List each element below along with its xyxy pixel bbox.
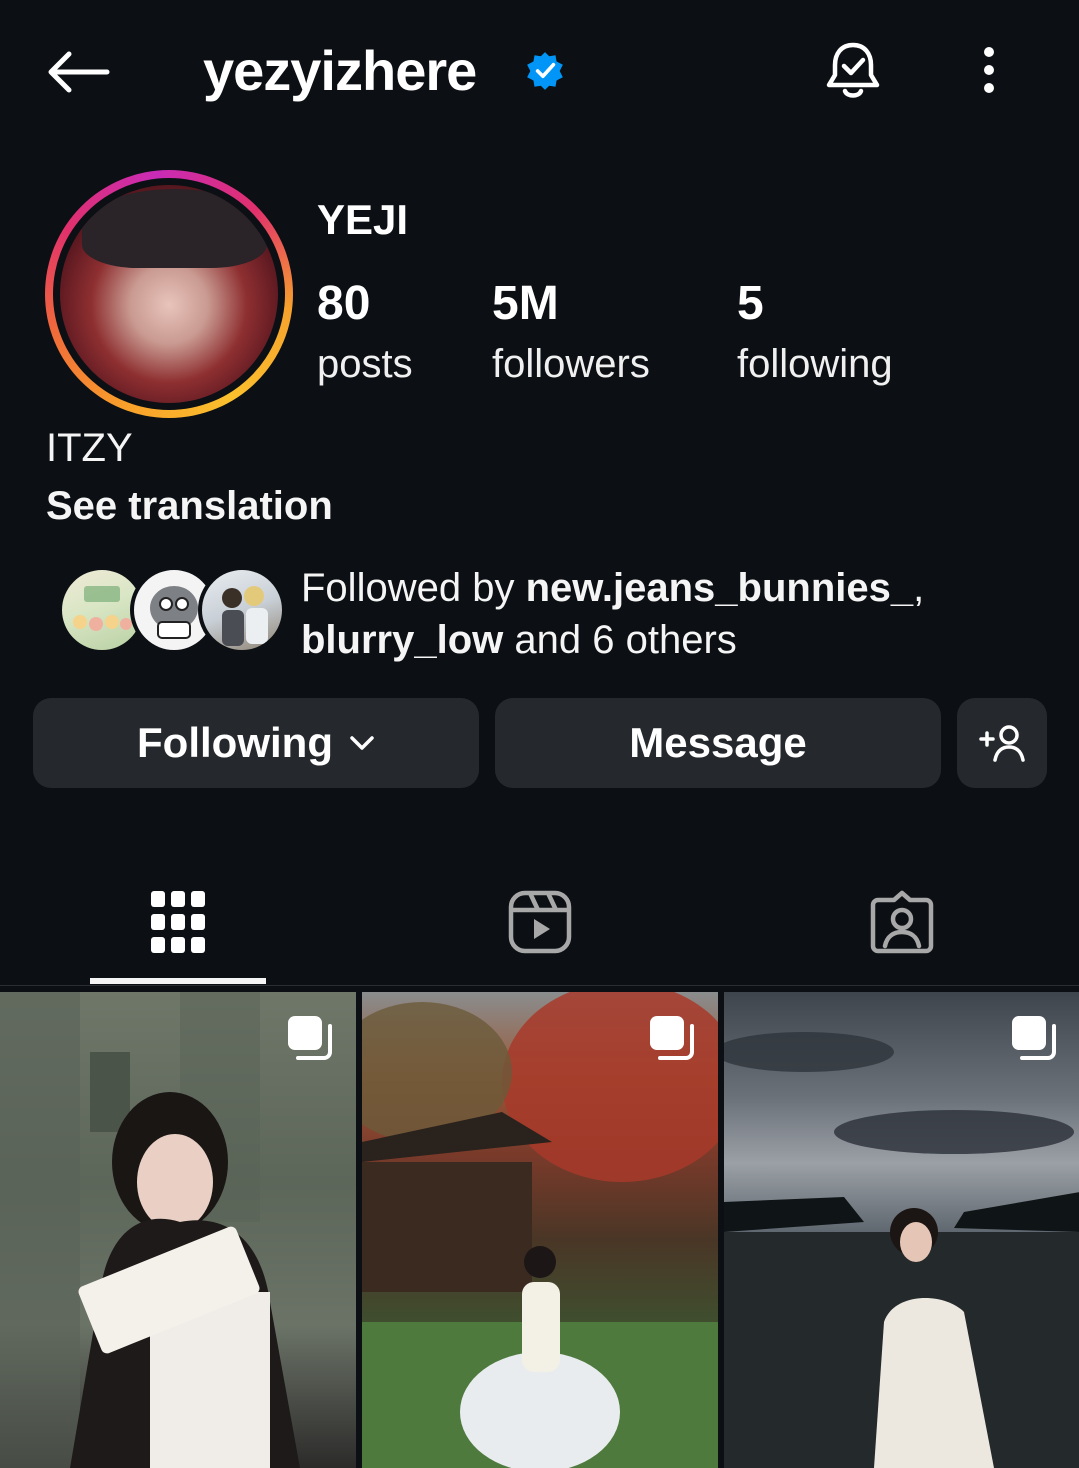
suggested-people-button[interactable] [957, 698, 1047, 788]
verified-badge-icon [527, 52, 563, 90]
multi-post-icon [288, 1016, 332, 1060]
post-image [724, 1032, 1079, 1468]
profile-page: yezyizhere YEJI 80 posts 5M followers 5 … [0, 0, 1079, 1468]
multi-post-icon [1012, 1016, 1056, 1060]
chevron-down-icon [349, 734, 375, 752]
avatar-gap [53, 178, 285, 410]
followed-by-and: and [503, 618, 593, 662]
mutual-followers-avatars[interactable] [58, 566, 286, 656]
tab-reels[interactable] [452, 860, 628, 984]
bell-check-icon [826, 42, 880, 98]
post-thumbnail[interactable] [724, 992, 1079, 1468]
see-translation-link[interactable]: See translation [46, 484, 333, 529]
followers-count[interactable]: 5M followers [492, 276, 650, 390]
display-name: YEJI [317, 196, 409, 243]
notifications-button[interactable] [820, 36, 886, 106]
message-button-label: Message [629, 719, 807, 766]
tabs-divider [0, 985, 1079, 986]
reels-icon [508, 890, 572, 954]
post-image [362, 992, 718, 1468]
mutual-follower-name: new.jeans_bunnies_ [525, 566, 914, 610]
avatar [60, 185, 278, 403]
profile-avatar-story-ring[interactable] [45, 170, 293, 418]
top-bar: yezyizhere [0, 0, 1079, 140]
followed-by-separator: , [913, 566, 925, 610]
following-count[interactable]: 5 following [737, 276, 893, 390]
tab-tagged[interactable] [814, 860, 990, 984]
posts-count[interactable]: 80 posts [317, 276, 413, 390]
following-button[interactable]: Following [33, 698, 479, 788]
tagged-person-icon [870, 890, 934, 954]
following-button-label: Following [137, 719, 333, 766]
add-person-icon [979, 725, 1025, 762]
followed-by-prefix: Followed by [301, 566, 526, 610]
message-button[interactable]: Message [495, 698, 941, 788]
tab-posts-grid[interactable] [90, 860, 266, 984]
back-arrow-icon [48, 51, 110, 93]
post-image [0, 992, 300, 1468]
following-count-value: 5 [737, 277, 764, 330]
profile-bio: ITZY [46, 426, 133, 470]
followers-count-label: followers [492, 342, 650, 386]
more-vertical-icon [984, 47, 994, 93]
profile-tabs [0, 860, 1079, 988]
posts-count-value: 80 [317, 277, 371, 330]
mutual-follower-name: blurry_low [301, 618, 504, 662]
profile-username: yezyizhere [203, 39, 477, 102]
posts-grid [0, 992, 1079, 1468]
following-count-label: following [737, 342, 893, 386]
followed-by-others: 6 others [592, 618, 737, 662]
posts-count-label: posts [317, 342, 413, 386]
multi-post-icon [650, 1016, 694, 1060]
post-thumbnail[interactable] [362, 992, 718, 1468]
avatar-illustration [222, 586, 268, 646]
followers-count-value: 5M [492, 277, 559, 330]
grid-icon [151, 891, 205, 953]
post-thumbnail[interactable] [0, 992, 356, 1468]
active-tab-indicator [90, 978, 266, 984]
mutual-follower-avatar [198, 566, 286, 654]
avatar-cap [81, 189, 268, 268]
more-options-button[interactable] [966, 40, 1012, 100]
followed-by-text[interactable]: Followed by new.jeans_bunnies_, blurry_lo… [301, 562, 1061, 666]
back-button[interactable] [40, 40, 116, 104]
